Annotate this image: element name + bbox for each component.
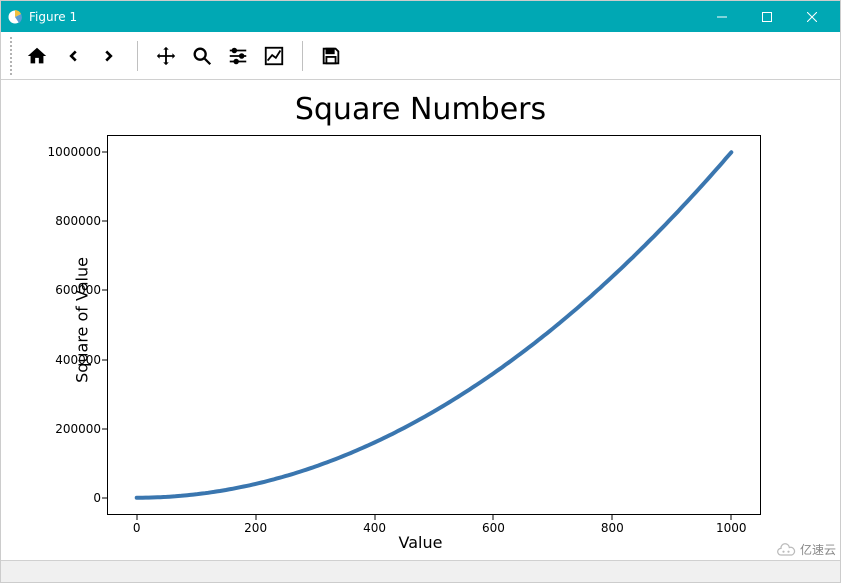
- x-tick-mark: [612, 515, 613, 520]
- toolbar-separator: [302, 41, 303, 71]
- x-tick-mark: [136, 515, 137, 520]
- y-tick-label: 0: [41, 491, 101, 505]
- y-tick-label: 400000: [41, 353, 101, 367]
- x-tick-label: 400: [363, 521, 386, 535]
- plot-area: [107, 135, 761, 515]
- figure-window: Figure 1: [0, 0, 841, 583]
- toolbar: [1, 32, 840, 80]
- y-tick-mark: [102, 359, 107, 360]
- y-tick-label: 600000: [41, 283, 101, 297]
- y-tick-label: 1000000: [41, 145, 101, 159]
- y-tick-mark: [102, 152, 107, 153]
- window-title: Figure 1: [29, 10, 699, 24]
- home-button[interactable]: [19, 38, 55, 74]
- y-tick-mark: [102, 290, 107, 291]
- x-tick-mark: [374, 515, 375, 520]
- maximize-button[interactable]: [744, 1, 789, 32]
- zoom-button[interactable]: [184, 38, 220, 74]
- x-tick-label: 1000: [716, 521, 747, 535]
- y-tick-mark: [102, 428, 107, 429]
- forward-button[interactable]: [91, 38, 127, 74]
- chart-canvas[interactable]: Square Numbers Square of Value Value 020…: [1, 80, 840, 560]
- x-tick-label: 200: [244, 521, 267, 535]
- x-tick-mark: [255, 515, 256, 520]
- watermark: 亿速云: [776, 541, 836, 558]
- x-tick-mark: [493, 515, 494, 520]
- save-button[interactable]: [313, 38, 349, 74]
- y-tick-label: 800000: [41, 214, 101, 228]
- x-tick-label: 600: [482, 521, 505, 535]
- x-axis-label: Value: [1, 533, 840, 552]
- y-tick-mark: [102, 497, 107, 498]
- subplots-button[interactable]: [220, 38, 256, 74]
- y-tick-mark: [102, 221, 107, 222]
- app-icon: [7, 9, 23, 25]
- toolbar-grip: [9, 36, 13, 76]
- close-button[interactable]: [789, 1, 834, 32]
- watermark-text: 亿速云: [800, 541, 836, 558]
- x-tick-mark: [731, 515, 732, 520]
- x-tick-label: 0: [133, 521, 141, 535]
- data-line: [107, 135, 761, 515]
- toolbar-separator: [137, 41, 138, 71]
- status-bar: [1, 560, 840, 582]
- pan-button[interactable]: [148, 38, 184, 74]
- minimize-button[interactable]: [699, 1, 744, 32]
- cloud-icon: [776, 543, 796, 557]
- x-tick-label: 800: [601, 521, 624, 535]
- titlebar: Figure 1: [1, 1, 840, 32]
- axes-button[interactable]: [256, 38, 292, 74]
- y-tick-label: 200000: [41, 422, 101, 436]
- back-button[interactable]: [55, 38, 91, 74]
- chart-title: Square Numbers: [1, 92, 840, 127]
